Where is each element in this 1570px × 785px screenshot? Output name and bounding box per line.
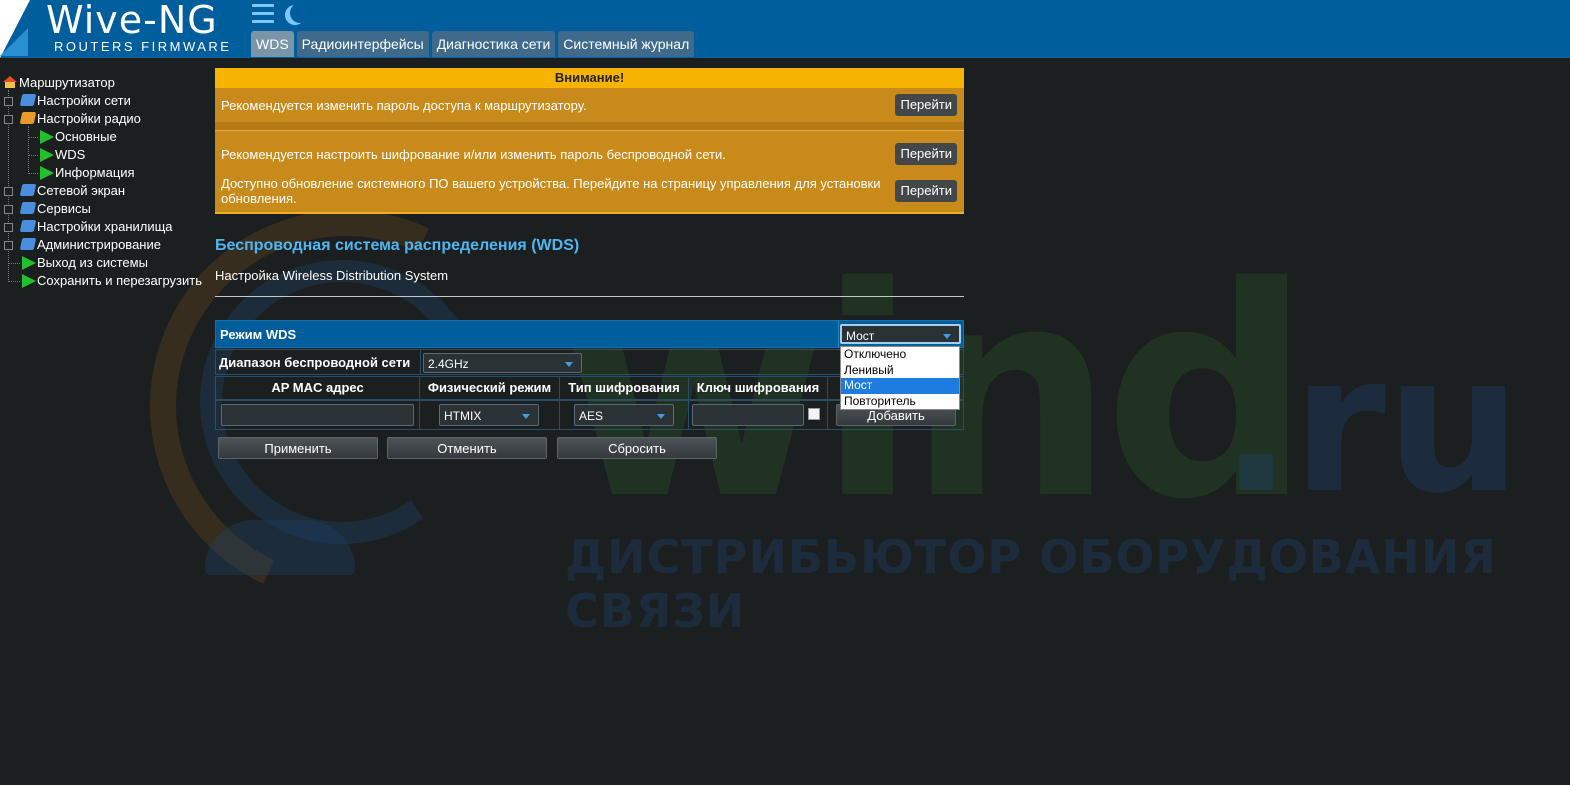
page-arrow-icon [40,148,54,162]
folder-icon [19,184,37,196]
column-encryption-key: Ключ шифрования [689,377,828,399]
tab-system-log[interactable]: Системный журнал [558,31,695,57]
warning-title: Внимание! [215,68,964,88]
expand-icon[interactable] [4,187,13,196]
go-button-encryption[interactable]: Перейти [895,143,957,165]
sidebar-item-services[interactable]: Сервисы [0,200,212,218]
watermark-tld: .ru [1220,314,1522,535]
page-arrow-icon [40,130,54,144]
sidebar-item-firewall[interactable]: Сетевой экран [0,182,212,200]
wds-mode-label: Режим WDS [220,327,297,342]
sidebar-tree: Маршрутизатор Настройки сети Настройки р… [0,74,212,290]
column-ap-mac: AP MAC адрес [216,377,420,399]
sidebar-item-basic[interactable]: Основные [0,128,212,146]
sidebar-item-network-settings[interactable]: Настройки сети [0,92,212,110]
wds-mode-option-bridge[interactable]: Мост [841,378,959,394]
sidebar-item-wds[interactable]: WDS [0,146,212,164]
page-arrow-icon [40,166,54,180]
warning-divider-line [215,130,964,131]
encryption-key-input[interactable] [692,404,804,426]
folder-icon [19,238,37,250]
wireless-band-label: Диапазон беспроводной сети [219,355,411,370]
column-encryption-type: Тип шифрования [560,377,689,399]
page-title: Беспроводная система распределения (WDS) [215,237,580,254]
expand-icon[interactable] [4,205,13,214]
warning-message-update: Доступно обновление системного ПО вашего… [215,174,964,208]
go-button-password[interactable]: Перейти [895,94,957,116]
folder-icon [19,94,37,106]
folder-open-icon [19,112,37,124]
warning-text: Доступно обновление системного ПО вашего… [221,176,881,206]
chevron-down-icon [657,414,665,419]
logo-icon-accent [0,28,28,56]
sidebar-item-storage[interactable]: Настройки хранилища [0,218,212,236]
phy-mode-value: HTMIX [444,409,482,423]
apply-button[interactable]: Применить [218,437,378,459]
sidebar-root-router[interactable]: Маршрутизатор [0,74,212,92]
page-description: Настройка Wireless Distribution System [215,268,449,283]
chevron-down-icon [522,414,530,419]
sidebar-item-logout[interactable]: Выход из системы [0,254,212,272]
tab-radio-interfaces[interactable]: Радиоинтерфейсы [296,31,429,57]
moon-icon[interactable] [290,3,310,23]
cancel-button[interactable]: Отменить [387,437,547,459]
wds-mode-option-lazy[interactable]: Ленивый [841,363,959,379]
wds-mode-option-disabled[interactable]: Отключено [841,347,959,363]
warning-message-password: Рекомендуется изменить пароль доступа к … [215,88,964,122]
house-icon-body [5,82,15,88]
warning-text: Рекомендуется изменить пароль доступа к … [221,98,587,113]
reset-button[interactable]: Сбросить [557,437,717,459]
go-button-update[interactable]: Перейти [895,180,957,202]
tab-wds[interactable]: WDS [251,31,294,57]
wds-mode-option-repeater[interactable]: Повторитель [841,394,959,410]
show-key-checkbox[interactable] [808,408,820,420]
page-arrow-icon [22,256,36,270]
page-arrow-icon [22,274,36,288]
tab-network-diagnostics[interactable]: Диагностика сети [431,31,556,57]
ap-mac-input[interactable] [221,404,414,426]
wds-mode-row: Режим WDS Мост [215,320,964,348]
wds-mode-dropdown: Отключено Ленивый Мост Повторитель [840,346,960,410]
menu-icon[interactable] [252,4,274,24]
folder-icon [19,202,37,214]
chevron-down-icon [565,362,573,367]
sidebar-item-radio-settings[interactable]: Настройки радио [0,110,212,128]
sidebar-item-save-reboot[interactable]: Сохранить и перезагрузить [0,272,212,290]
divider [215,296,964,297]
folder-icon [19,220,37,232]
column-phy-mode: Физический режим [420,377,560,399]
logo-subtitle: ROUTERS FIRMWARE [54,39,232,54]
encryption-type-select[interactable]: AES [574,404,674,426]
sidebar-item-administration[interactable]: Администрирование [0,236,212,254]
expand-icon[interactable] [4,241,13,250]
warning-text: Рекомендуется настроить шифрование и/или… [221,147,726,162]
expand-icon[interactable] [4,223,13,232]
encryption-type-value: AES [579,409,604,423]
wds-mode-select[interactable]: Мост [840,324,961,344]
collapse-icon[interactable] [4,115,13,124]
warning-message-encryption: Рекомендуется настроить шифрование и/или… [215,138,964,170]
warning-panel: Внимание! Рекомендуется изменить пароль … [215,68,964,214]
chevron-down-icon [943,334,951,339]
app-header: Wive-NG ROUTERS FIRMWARE WDS Радиоинтерф… [0,0,1570,58]
logo-name: Wive-NG [46,0,218,42]
watermark-slogan: ДИСТРИБЬЮТОР ОБОРУДОВАНИЯ СВЯЗИ [565,530,1497,638]
wireless-band-value: 2.4GHz [428,357,469,371]
expand-icon[interactable] [4,97,13,106]
tab-bar: WDS Радиоинтерфейсы Диагностика сети Сис… [251,31,695,57]
phy-mode-select[interactable]: HTMIX [439,404,539,426]
wireless-band-select[interactable]: 2.4GHz [423,353,582,373]
sidebar-item-info[interactable]: Информация [0,164,212,182]
watermark-shape [205,520,355,575]
wds-mode-value: Мост [846,329,875,343]
